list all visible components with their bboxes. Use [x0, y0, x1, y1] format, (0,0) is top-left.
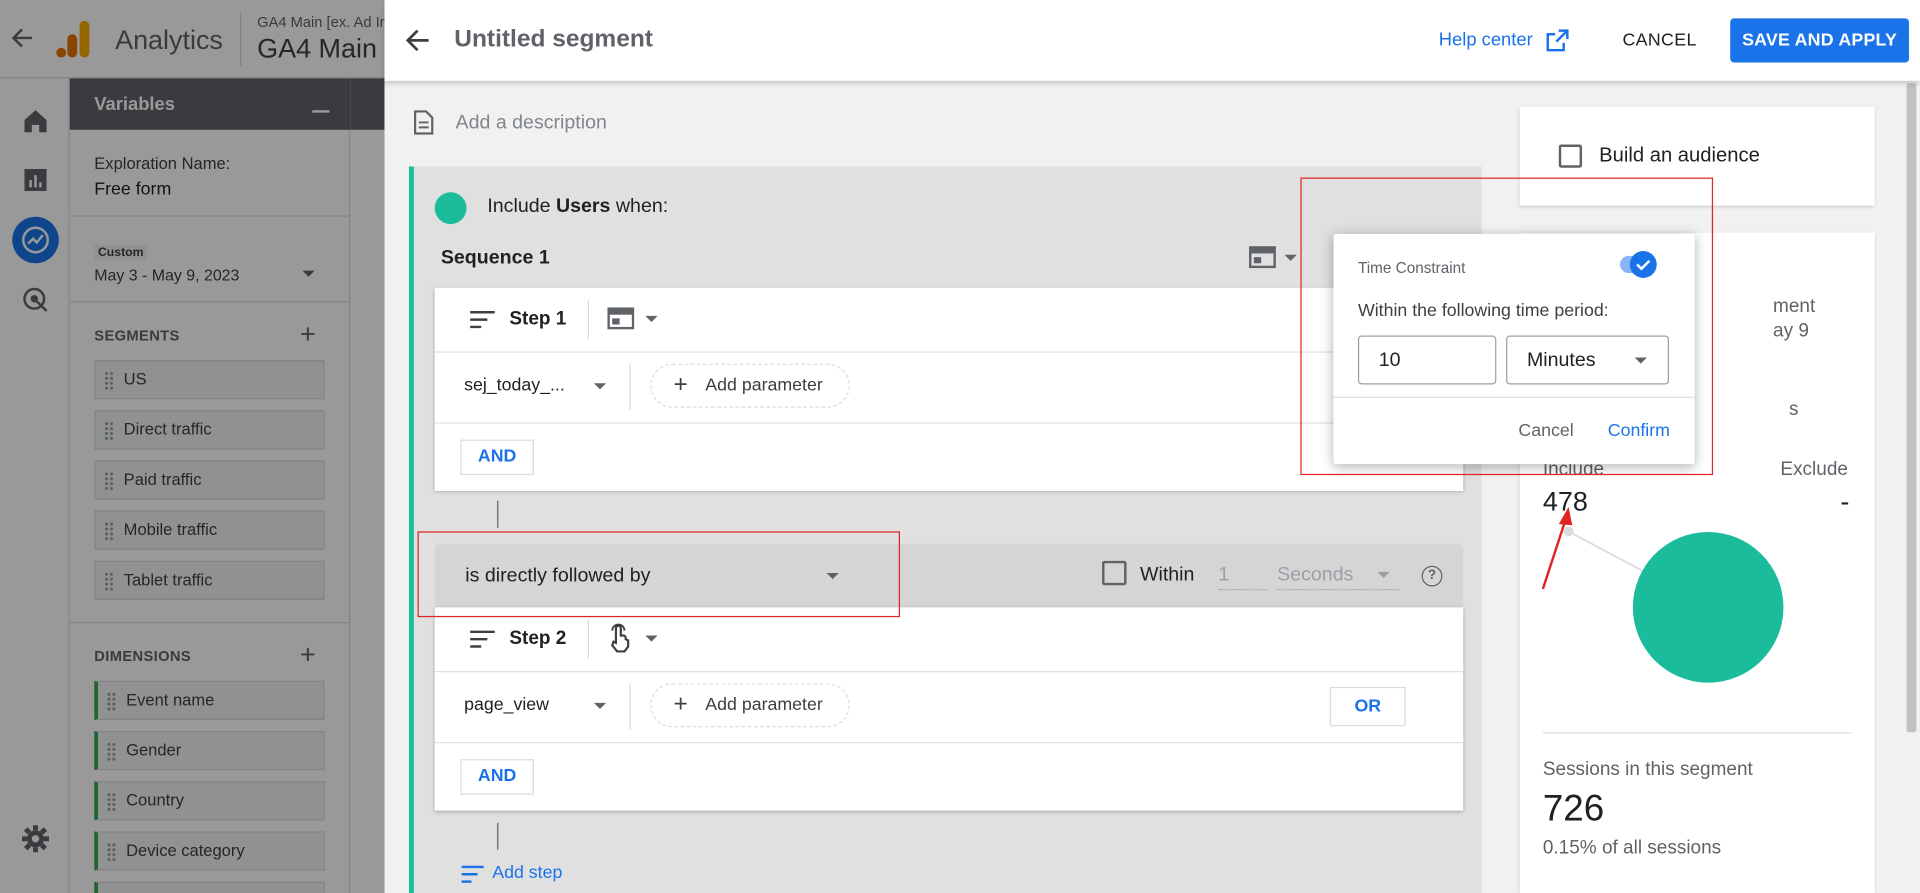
divider	[587, 300, 589, 340]
add-parameter-button[interactable]: + Add parameter	[650, 363, 850, 408]
summary-date-partial: ay 9	[1773, 320, 1809, 342]
cancel-button[interactable]: CANCEL	[1622, 31, 1696, 51]
and-button[interactable]: AND	[460, 439, 534, 476]
and-button[interactable]: AND	[460, 759, 534, 795]
build-audience-checkbox[interactable]	[1558, 144, 1583, 168]
build-audience-label: Build an audience	[1599, 144, 1760, 167]
plus-icon: +	[673, 690, 688, 718]
within-value-input[interactable]: 1	[1218, 564, 1268, 591]
add-step-icon[interactable]	[460, 864, 487, 884]
summary-metric-partial: s	[1788, 399, 1799, 421]
exclude-value: -	[1840, 486, 1850, 517]
dialog-header: Untitled segment Help center CANCEL SAVE…	[384, 0, 1920, 81]
back-arrow-icon[interactable]	[404, 27, 431, 54]
help-icon[interactable]: ?	[1421, 565, 1443, 587]
step-2-card: Step 2 page_view + Add parameter OR AND	[434, 607, 1464, 811]
step-1-event-dropdown[interactable]: sej_today_...	[464, 376, 565, 396]
segment-pie-chart	[1563, 526, 1784, 683]
add-parameter-button[interactable]: + Add parameter	[650, 683, 850, 728]
help-center-link[interactable]: Help center	[1439, 29, 1533, 50]
plus-icon: +	[673, 371, 688, 398]
save-and-apply-button[interactable]: SAVE AND APPLY	[1730, 18, 1909, 63]
include-prefix: Include	[487, 195, 551, 217]
annotation-box-followed-by	[417, 531, 901, 618]
within-checkbox[interactable]	[1102, 560, 1127, 586]
add-parameter-label: Add parameter	[705, 375, 823, 396]
annotation-box-time-constraint	[1300, 177, 1714, 476]
chevron-down-icon[interactable]	[645, 635, 658, 642]
divider	[1542, 732, 1852, 734]
sequence-title: Sequence 1	[440, 247, 550, 269]
add-step-button[interactable]: Add step	[492, 863, 562, 883]
chevron-down-icon[interactable]	[593, 383, 607, 390]
step-sort-icon	[469, 309, 496, 331]
step-scope-icon[interactable]	[607, 307, 635, 330]
or-button[interactable]: OR	[1329, 686, 1406, 727]
chevron-down-icon[interactable]	[593, 702, 607, 709]
sessions-value: 726	[1542, 788, 1605, 829]
step-2-event-dropdown[interactable]: page_view	[464, 696, 549, 716]
description-doc-icon	[411, 109, 435, 136]
divider	[587, 619, 589, 659]
step-sort-icon	[469, 628, 496, 650]
sessions-label: Sessions in this segment	[1542, 759, 1753, 781]
within-label: Within	[1140, 564, 1195, 586]
screen: Analytics GA4 Main [ex. Ad In GA4 Main V…	[0, 0, 1920, 893]
divider	[434, 671, 1464, 673]
include-users-heading: Include Users when:	[487, 196, 668, 218]
include-scope-dropdown[interactable]: Users	[556, 196, 610, 217]
segment-title[interactable]: Untitled segment	[454, 26, 653, 54]
divider	[434, 742, 1464, 744]
add-parameter-label: Add parameter	[705, 695, 823, 716]
chevron-down-icon[interactable]	[645, 315, 658, 323]
include-suffix: when:	[615, 195, 669, 217]
sequence-scope-icon[interactable]	[1248, 246, 1276, 269]
condition-color-dot	[434, 192, 467, 225]
step-1-title: Step 1	[509, 308, 567, 330]
step-connector-line	[497, 500, 499, 528]
scrollbar-thumb[interactable]	[1906, 83, 1917, 733]
divider	[629, 683, 631, 730]
step-connector-line	[497, 822, 499, 850]
description-field[interactable]: Add a description	[456, 113, 607, 135]
divider	[629, 363, 631, 411]
annotation-arrow	[1541, 506, 1573, 590]
summary-title-partial: ment	[1773, 296, 1816, 318]
open-in-new-icon[interactable]	[1544, 27, 1571, 54]
touch-icon[interactable]	[607, 623, 631, 653]
pie-slice-include	[1632, 532, 1784, 683]
step-2-title: Step 2	[509, 628, 567, 649]
chevron-down-icon[interactable]	[1377, 571, 1390, 578]
sessions-percentage: 0.15% of all sessions	[1542, 837, 1722, 859]
exclude-label: Exclude	[1780, 459, 1848, 481]
chevron-down-icon[interactable]	[1284, 254, 1297, 261]
scrollbar[interactable]	[1902, 80, 1920, 893]
